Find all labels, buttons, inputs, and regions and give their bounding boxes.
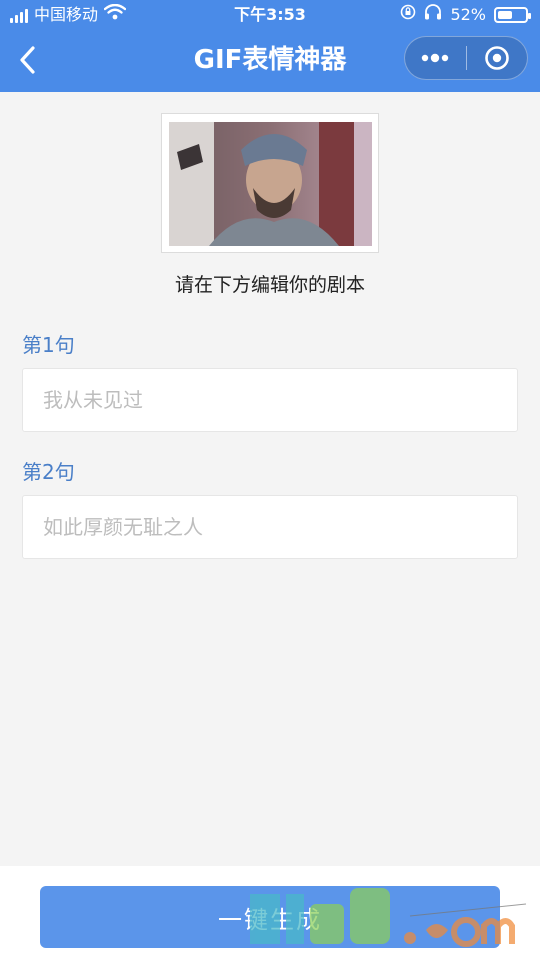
bottom-bar: 一键生成 (0, 866, 540, 960)
mini-program-capsule (404, 36, 528, 80)
rotation-lock-icon (400, 0, 416, 30)
line-2-label: 第2句 (22, 460, 75, 484)
status-bar: 中国移动 下午3:53 52% (0, 0, 540, 30)
more-dots-icon (422, 53, 449, 63)
more-button[interactable] (405, 36, 466, 80)
gif-preview-image[interactable] (169, 122, 372, 246)
target-close-icon (484, 46, 509, 70)
line-2-field (22, 495, 518, 559)
line-1-field (22, 368, 518, 432)
header: 中国移动 下午3:53 52% GIF表情神器 (0, 0, 540, 92)
generate-button[interactable]: 一键生成 (40, 886, 500, 948)
battery-fill (498, 11, 512, 19)
line-1-input[interactable] (23, 369, 517, 431)
edit-hint: 请在下方编辑你的剧本 (174, 274, 365, 296)
close-button[interactable] (466, 36, 527, 80)
battery-percent: 52% (450, 5, 486, 24)
app-screen: 中国移动 下午3:53 52% GIF表情神器 请在下方编辑你的剧本 第1句 我… (0, 0, 540, 960)
battery-icon (494, 7, 531, 23)
headphones-icon (424, 0, 442, 30)
line-2-input[interactable] (23, 496, 517, 558)
gif-preview-frame (161, 113, 379, 253)
line-1-label: 第1句 (22, 333, 75, 357)
status-right: 52% (400, 0, 531, 30)
nav-bar: GIF表情神器 (0, 30, 540, 92)
